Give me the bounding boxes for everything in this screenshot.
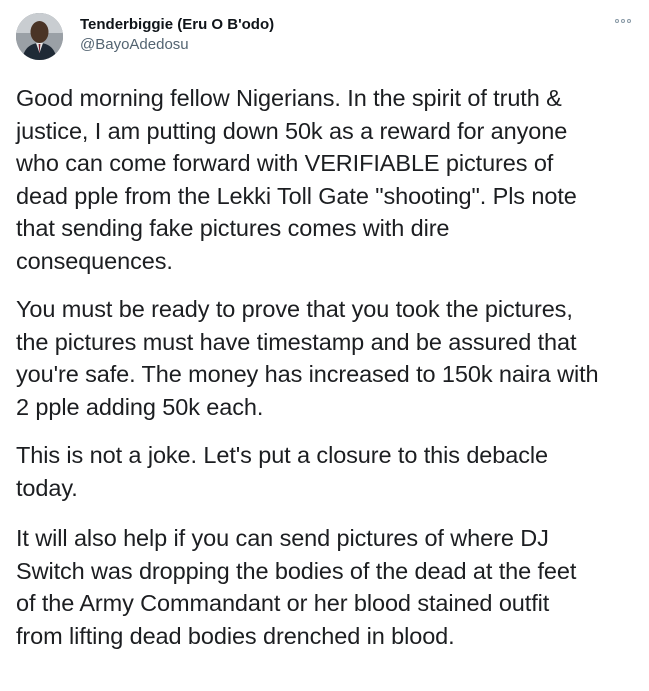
tweet-paragraph: Good morning fellow Nigerians. In the sp…: [16, 85, 577, 274]
more-options-icon[interactable]: [613, 14, 633, 28]
more-dot: [627, 19, 631, 23]
author-handle[interactable]: @BayoAdedosu: [80, 36, 189, 54]
tweet-paragraph: You must be ready to prove that you took…: [16, 296, 599, 420]
tweet-text: Good morning fellow Nigerians. In the sp…: [16, 82, 646, 668]
tweet-paragraph: This is not a joke. Let's put a closure …: [16, 442, 548, 501]
more-dot: [615, 19, 619, 23]
tweet-paragraph: It will also help if you can send pictur…: [16, 525, 577, 649]
more-dot: [621, 19, 625, 23]
tweet-card: Tenderbiggie (Eru O B'odo) @BayoAdedosu …: [0, 0, 649, 691]
author-display-name[interactable]: Tenderbiggie (Eru O B'odo): [80, 16, 274, 34]
avatar-photo-icon: [16, 13, 63, 60]
avatar[interactable]: [16, 13, 63, 60]
